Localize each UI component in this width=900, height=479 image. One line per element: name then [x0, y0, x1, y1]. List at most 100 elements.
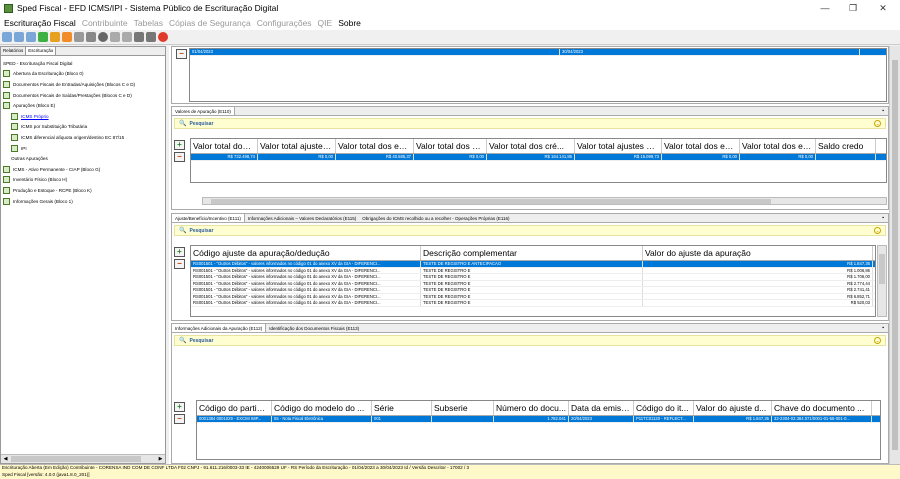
tree-node[interactable]: Documentos Fiscais de Entradas/Aquisiçõe…: [3, 79, 163, 90]
column-header[interactable]: Série: [372, 401, 432, 415]
table-row[interactable]: RS001501 - "Outros Débitos" - valores in…: [191, 300, 875, 307]
tree-node[interactable]: Abertura da Escrituração (Bloco 0): [3, 69, 163, 80]
column-header[interactable]: Código ajuste da apuração/dedução: [191, 246, 421, 260]
menu-item[interactable]: QIE: [318, 18, 333, 28]
search-bar[interactable]: 🔍 Pesquisar ⌄: [174, 118, 886, 129]
tree-node[interactable]: ICMS por Substituição Tributária: [3, 122, 163, 133]
tools-icon[interactable]: [110, 32, 120, 42]
settings-icon[interactable]: [86, 32, 96, 42]
save-icon[interactable]: [134, 32, 144, 42]
forward-icon[interactable]: [14, 32, 24, 42]
expand-icon[interactable]: ⌄: [874, 227, 881, 234]
tab-e110[interactable]: Valores de Apuração (E110): [172, 107, 235, 115]
remove-button[interactable]: −: [174, 152, 185, 162]
column-header[interactable]: Valor total dos cré...: [487, 139, 575, 153]
column-header[interactable]: Chave do documento ...: [772, 401, 872, 415]
tree-node[interactable]: SPED - Escrituração Fiscal Digital: [3, 58, 163, 69]
tab-escrituracao[interactable]: Escrituração: [26, 47, 57, 55]
exit-icon[interactable]: [158, 32, 168, 42]
expand-icon[interactable]: ⌄: [874, 337, 881, 344]
tab-panel2[interactable]: Obrigações do ICMS recolhido ou a recolh…: [359, 214, 512, 222]
save-as-icon[interactable]: [146, 32, 156, 42]
remove-period-button[interactable]: −: [176, 49, 187, 59]
print-icon[interactable]: [62, 32, 72, 42]
left-horizontal-scrollbar[interactable]: ◀ ▶: [1, 454, 165, 463]
menu-item[interactable]: Contribuinte: [82, 18, 128, 28]
expand-icon[interactable]: ⌄: [874, 120, 881, 127]
menu-item[interactable]: Sobre: [338, 18, 361, 28]
tab-relatorios[interactable]: Relatórios: [1, 47, 27, 55]
table-row[interactable]: R$ 732.498,74 R$ 0,00 R$ 40.585,37 R$ 0,00 R…: [191, 154, 886, 161]
column-header[interactable]: Código do it...: [634, 401, 694, 415]
scroll-right-icon[interactable]: ▶: [156, 455, 165, 464]
main-vertical-scrollbar[interactable]: [889, 46, 900, 464]
e111-vertical-scrollbar[interactable]: [877, 245, 887, 317]
tree-node[interactable]: Outras Apurações: [3, 153, 163, 164]
search-bar[interactable]: 🔍 Pesquisar ⌄: [174, 225, 886, 236]
column-header[interactable]: Valor total dos est...: [414, 139, 487, 153]
maximize-panel-icon[interactable]: ▪: [882, 325, 884, 331]
column-header[interactable]: Descrição complementar: [421, 246, 643, 260]
scroll-thumb[interactable]: [892, 60, 898, 450]
table-cell: R$ 164.141,85: [487, 154, 575, 160]
tab-panel3[interactable]: Informações Adicionais da Apuração (E112…: [172, 324, 267, 332]
tab-panel3[interactable]: Identificação dos Documentos Fiscais (E1…: [266, 324, 362, 332]
remove-button[interactable]: −: [174, 414, 185, 424]
tree-node[interactable]: Inventário Físico (Bloco H): [3, 175, 163, 186]
tree-node[interactable]: IPI: [3, 143, 163, 154]
tree-node[interactable]: ICMS Próprio: [3, 111, 163, 122]
column-header[interactable]: Valor total dos est...: [740, 139, 816, 153]
table-row[interactable]: 0001384 0001029 - EXCIM IMP... 55 - Nota …: [197, 416, 880, 423]
maximize-panel-icon[interactable]: ▪: [882, 215, 884, 221]
add-button[interactable]: +: [174, 140, 185, 150]
record-icon[interactable]: [98, 32, 108, 42]
add-button[interactable]: +: [174, 402, 185, 412]
column-header[interactable]: Valor total ajustes a ...: [258, 139, 336, 153]
table-row[interactable]: 01/04/2023 30/04/2023: [190, 49, 886, 56]
menu-item[interactable]: Tabelas: [134, 18, 163, 28]
column-header[interactable]: Subserie: [432, 401, 494, 415]
sign-icon[interactable]: [74, 32, 84, 42]
import-icon[interactable]: [26, 32, 36, 42]
maximize-button[interactable]: ❐: [838, 0, 868, 16]
scroll-thumb[interactable]: [211, 199, 771, 204]
open-icon[interactable]: [2, 32, 12, 42]
column-header[interactable]: Valor do ajuste da apuração: [643, 246, 873, 260]
search-bar[interactable]: 🔍 Pesquisar ⌄: [174, 335, 886, 346]
tree-node[interactable]: ICMS diferencial alíquota origem/destino…: [3, 132, 163, 143]
tree-node-label: Outras Apurações: [11, 156, 48, 162]
close-button[interactable]: ✕: [868, 0, 898, 16]
tab-panel2[interactable]: Ajuste/Benefício/Incentivo (E111): [172, 214, 245, 222]
transmit-icon[interactable]: [122, 32, 132, 42]
column-header[interactable]: Valor total ajustes a c...: [575, 139, 662, 153]
remove-button[interactable]: −: [174, 259, 185, 269]
scroll-left-icon[interactable]: ◀: [1, 455, 10, 464]
minimize-button[interactable]: —: [810, 0, 840, 16]
tree-node[interactable]: Documentos Fiscais de Saídas/Prestações …: [3, 90, 163, 101]
scroll-thumb[interactable]: [11, 456, 141, 462]
validate-icon[interactable]: [38, 32, 48, 42]
tree-node[interactable]: ICMS - Ativo Permanente - CIAP (Bloco G): [3, 164, 163, 175]
scroll-thumb[interactable]: [879, 254, 885, 284]
column-header[interactable]: Código do modelo do ...: [272, 401, 372, 415]
tree-node[interactable]: Produção e Estoque - RCPE (Bloco K): [3, 185, 163, 196]
column-header[interactable]: Saldo credo: [816, 139, 876, 153]
maximize-panel-icon[interactable]: ▪: [882, 108, 884, 114]
tab-panel2[interactable]: Informações Adicionais – Valores Declara…: [245, 214, 359, 222]
column-header[interactable]: Valor total dos est...: [336, 139, 414, 153]
edit-icon[interactable]: [50, 32, 60, 42]
menu-item[interactable]: Cópias de Segurança: [169, 18, 251, 28]
column-header[interactable]: Data da emiss...: [569, 401, 634, 415]
table-cell: TESTE DE REGISTRO E: [421, 300, 643, 306]
column-header[interactable]: Número do docu...: [494, 401, 569, 415]
column-header[interactable]: Valor do ajuste d...: [694, 401, 772, 415]
column-header[interactable]: Valor total dos est...: [662, 139, 740, 153]
column-header[interactable]: Valor total dos d...: [191, 139, 258, 153]
add-button[interactable]: +: [174, 247, 185, 257]
column-header[interactable]: Código do partici...: [197, 401, 272, 415]
menu-item[interactable]: Configurações: [257, 18, 312, 28]
menu-item[interactable]: Escrituração Fiscal: [4, 18, 76, 28]
tree-node[interactable]: Informações Gerais (Bloco 1): [3, 196, 163, 207]
e110-horizontal-scrollbar[interactable]: [202, 197, 887, 205]
tree-node[interactable]: Apurações (Bloco E): [3, 100, 163, 111]
